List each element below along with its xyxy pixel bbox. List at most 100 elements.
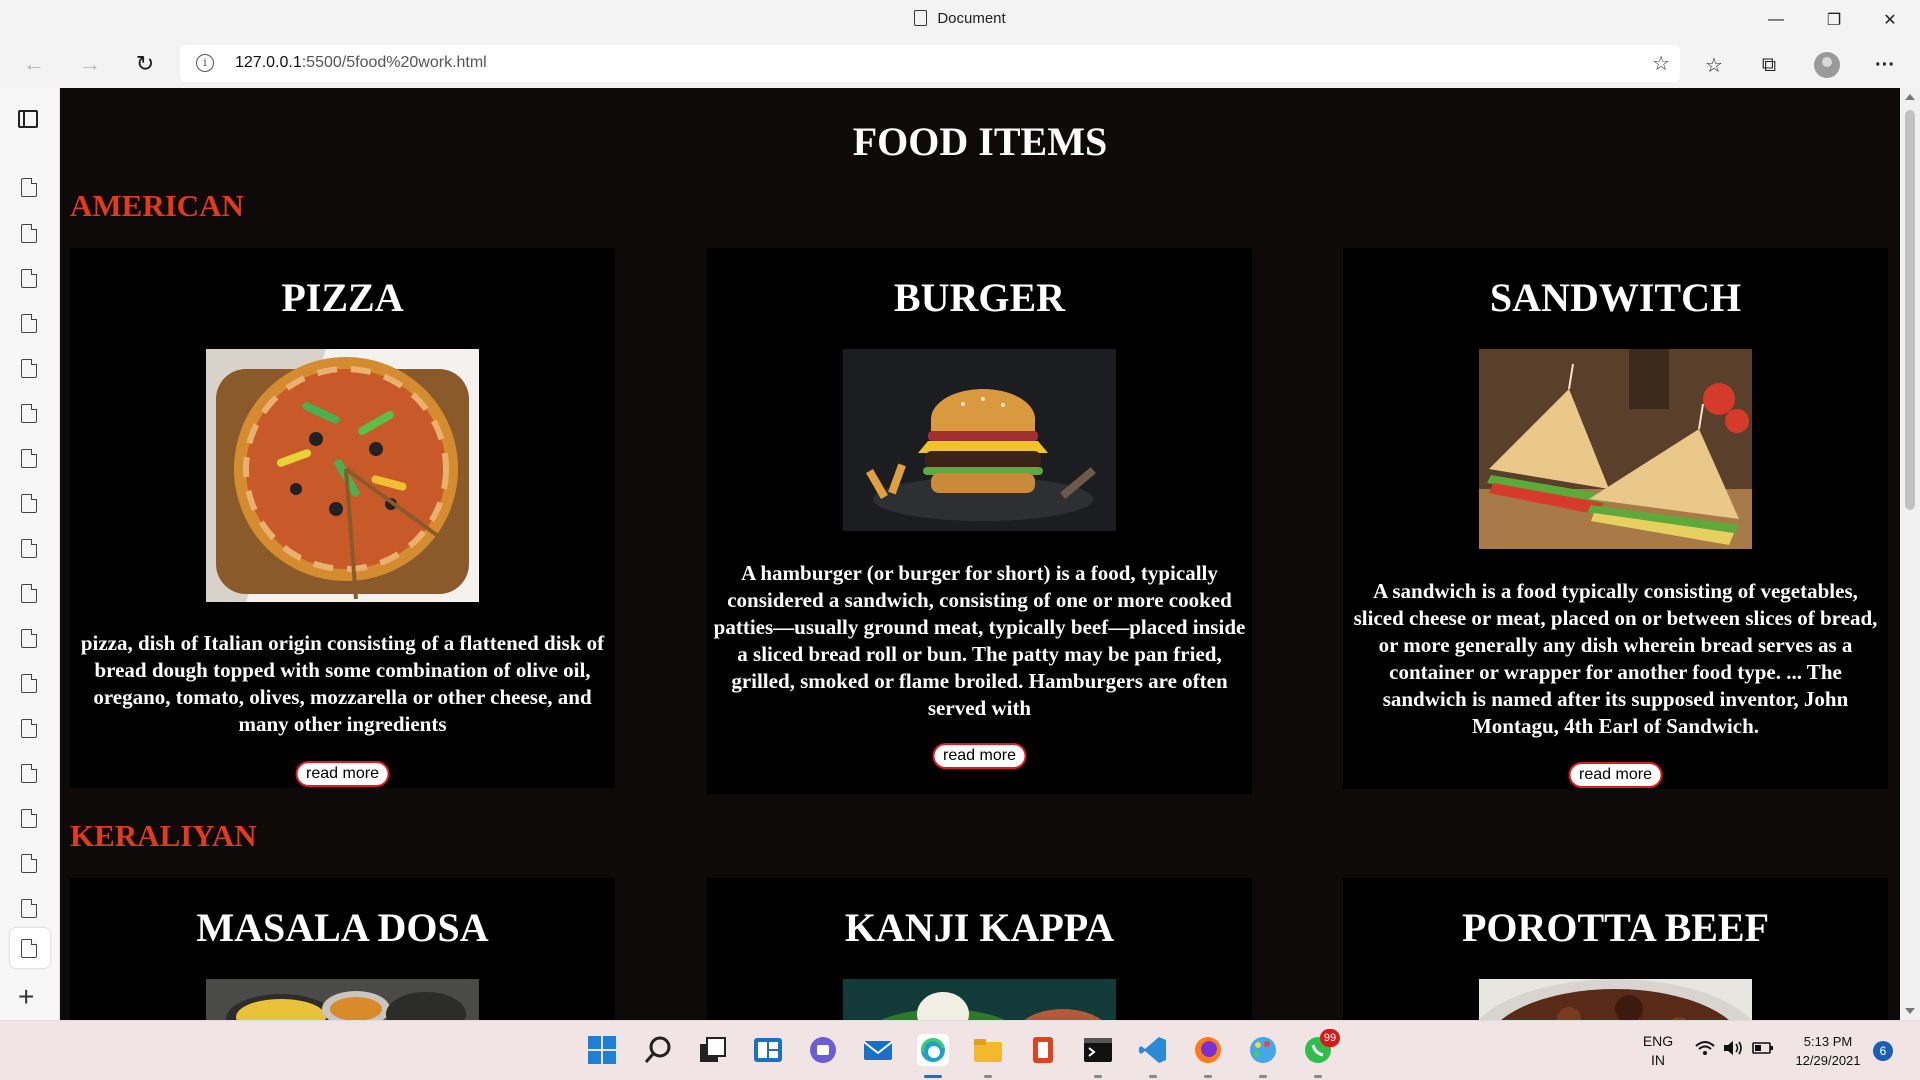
mail-icon[interactable] bbox=[862, 1034, 894, 1066]
tab-page-icon[interactable] bbox=[21, 178, 37, 197]
card-description: A hamburger (or burger for short) is a f… bbox=[713, 561, 1246, 720]
clock[interactable]: 5:13 PM 12/29/2021 bbox=[1790, 1032, 1866, 1070]
widgets-icon[interactable] bbox=[752, 1034, 784, 1066]
notification-count-badge[interactable]: 6 bbox=[1873, 1041, 1893, 1061]
tab-page-icon[interactable] bbox=[21, 629, 37, 648]
porotta-beef-image bbox=[1479, 979, 1752, 1020]
page-scrollbar[interactable] bbox=[1900, 88, 1920, 1020]
card-title: BURGER bbox=[893, 275, 1066, 320]
url-text[interactable]: 127.0.0.1:5500/5food%20work.html bbox=[235, 54, 487, 72]
tab-actions-icon[interactable] bbox=[18, 110, 38, 128]
favorites-icon[interactable]: ☆ bbox=[1697, 48, 1731, 82]
address-bar[interactable]: i 127.0.0.1:5500/5food%20work.html ☆ bbox=[180, 45, 1680, 82]
tab-page-icon[interactable] bbox=[21, 404, 37, 423]
file-explorer-icon[interactable] bbox=[972, 1034, 1004, 1066]
minimize-button[interactable]: — bbox=[1748, 0, 1804, 40]
page-title: FOOD ITEMS bbox=[852, 119, 1108, 164]
scrollbar-thumb[interactable] bbox=[1905, 110, 1915, 510]
masala-dosa-image bbox=[206, 979, 479, 1020]
sandwitch-image bbox=[1479, 349, 1752, 549]
taskbar: 99 ENG IN 5:13 PM 12/29/2021 bbox=[0, 1020, 1920, 1080]
running-app-indicator bbox=[1259, 1075, 1267, 1078]
back-button[interactable]: ← bbox=[16, 46, 52, 82]
food-card-sandwitch: SANDWITCH A sandwich is a food typically… bbox=[1343, 248, 1888, 789]
profile-button[interactable] bbox=[1810, 48, 1844, 82]
tab-page-icon[interactable] bbox=[21, 719, 37, 738]
tab-page-icon[interactable] bbox=[21, 269, 37, 288]
card-title: MASALA DOSA bbox=[196, 905, 489, 950]
pizza-image bbox=[206, 349, 479, 602]
card-title: PIZZA bbox=[281, 275, 404, 320]
wifi-icon[interactable] bbox=[1694, 1039, 1716, 1062]
tab-page-icon[interactable] bbox=[21, 809, 37, 828]
food-card-pizza: PIZZA pizza, dish of Italian origin cons… bbox=[70, 248, 615, 788]
kanji-kappa-image bbox=[843, 979, 1116, 1020]
burger-image bbox=[843, 349, 1116, 531]
tab-page-icon[interactable] bbox=[21, 359, 37, 378]
vertical-tabs-panel: + bbox=[0, 88, 60, 1020]
running-app-indicator bbox=[1094, 1075, 1102, 1078]
teams-chat-icon[interactable] bbox=[807, 1034, 839, 1066]
close-button[interactable]: ✕ bbox=[1862, 0, 1918, 40]
food-card-porotta-beef: POROTTA BEEF bbox=[1343, 878, 1888, 1020]
refresh-button[interactable]: ↻ bbox=[127, 46, 163, 82]
section-title-keraliyan: KERALIYAN bbox=[70, 818, 257, 853]
tab-page-icon[interactable] bbox=[21, 314, 37, 333]
food-card-burger: BURGER A hamburger (or burger for short)… bbox=[707, 248, 1252, 794]
card-title: SANDWITCH bbox=[1489, 275, 1742, 320]
office-icon[interactable] bbox=[1027, 1034, 1059, 1066]
firefox-icon[interactable] bbox=[1192, 1034, 1224, 1066]
running-app-indicator bbox=[1149, 1075, 1157, 1078]
card-description: pizza, dish of Italian origin consisting… bbox=[80, 631, 605, 736]
collections-icon[interactable]: ⧉ bbox=[1752, 48, 1786, 82]
vscode-icon[interactable] bbox=[1137, 1034, 1169, 1066]
window-title-bar: Document — ❐ ✕ bbox=[0, 0, 1920, 40]
add-favorite-icon[interactable]: ☆ bbox=[1652, 51, 1670, 76]
tab-page-icon[interactable] bbox=[21, 899, 37, 918]
tab-page-icon[interactable] bbox=[21, 584, 37, 603]
window-title: Document bbox=[0, 10, 1920, 27]
running-app-indicator bbox=[1204, 1075, 1212, 1078]
language-indicator[interactable]: ENG IN bbox=[1640, 1032, 1676, 1070]
site-info-icon[interactable]: i bbox=[196, 54, 214, 72]
tab-page-icon[interactable] bbox=[21, 494, 37, 513]
tab-page-icon[interactable] bbox=[21, 539, 37, 558]
food-card-kanji-kappa: KANJI KAPPA bbox=[707, 878, 1252, 1020]
read-more-button[interactable]: read more bbox=[295, 761, 390, 787]
avatar bbox=[1814, 52, 1840, 78]
section-title-american: AMERICAN bbox=[70, 188, 244, 223]
scroll-up-arrow-icon[interactable] bbox=[1905, 94, 1915, 100]
running-app-indicator bbox=[1314, 1075, 1322, 1078]
running-app-indicator bbox=[984, 1075, 992, 1078]
page-viewport: FOOD ITEMS AMERICAN PIZZA pizza, dish of… bbox=[60, 88, 1900, 1020]
browser-toolbar: ← → ↻ i 127.0.0.1:5500/5food%20work.html… bbox=[0, 40, 1920, 88]
start-icon[interactable] bbox=[587, 1035, 617, 1065]
paint-icon[interactable] bbox=[1247, 1034, 1279, 1066]
maximize-button[interactable]: ❐ bbox=[1806, 0, 1862, 40]
terminal-icon[interactable] bbox=[1082, 1034, 1114, 1066]
card-description: A sandwich is a food typically consistin… bbox=[1353, 579, 1878, 738]
edge-browser-icon[interactable] bbox=[917, 1034, 949, 1066]
tab-page-icon[interactable] bbox=[21, 764, 37, 783]
read-more-button[interactable]: read more bbox=[1568, 762, 1663, 788]
forward-button[interactable]: → bbox=[72, 46, 108, 82]
whatsapp-badge: 99 bbox=[1320, 1029, 1340, 1047]
volume-icon[interactable] bbox=[1722, 1039, 1744, 1062]
tab-page-icon[interactable] bbox=[21, 224, 37, 243]
read-more-button[interactable]: read more bbox=[932, 743, 1027, 769]
settings-menu-button[interactable]: ··· bbox=[1868, 48, 1902, 82]
card-title: KANJI KAPPA bbox=[844, 905, 1115, 950]
battery-icon[interactable] bbox=[1752, 1040, 1774, 1061]
tab-page-icon[interactable] bbox=[21, 854, 37, 873]
tab-page-icon[interactable] bbox=[21, 674, 37, 693]
document-icon bbox=[914, 10, 928, 26]
new-tab-icon[interactable]: + bbox=[18, 983, 34, 1011]
active-tab-page-icon[interactable] bbox=[21, 939, 37, 958]
food-card-masala-dosa: MASALA DOSA bbox=[70, 878, 615, 1020]
task-view-icon[interactable] bbox=[697, 1034, 729, 1066]
active-app-indicator bbox=[924, 1075, 942, 1078]
search-icon[interactable] bbox=[642, 1034, 674, 1066]
tab-page-icon[interactable] bbox=[21, 449, 37, 468]
card-title: POROTTA BEEF bbox=[1461, 905, 1770, 950]
scroll-down-arrow-icon[interactable] bbox=[1905, 1008, 1915, 1014]
